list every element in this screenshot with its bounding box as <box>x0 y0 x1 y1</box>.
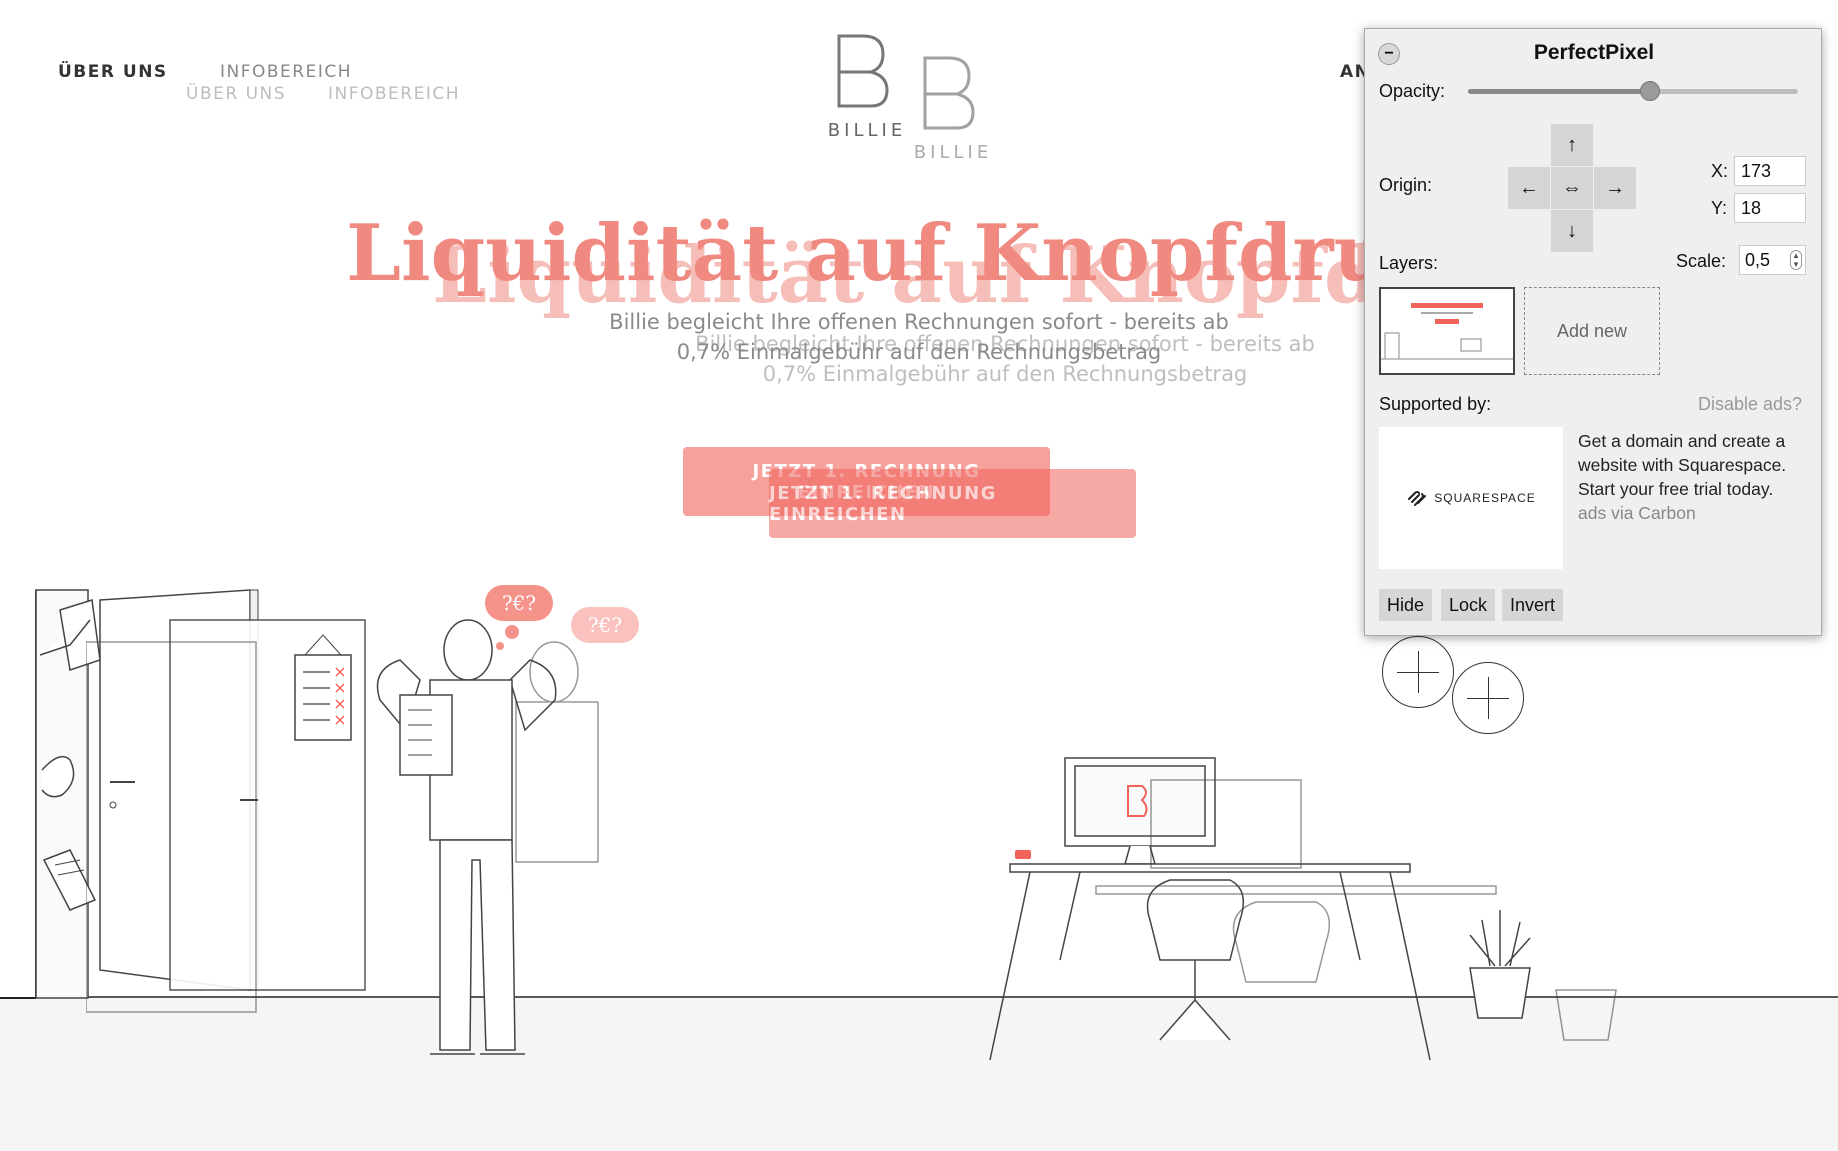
y-label: Y: <box>1711 198 1728 218</box>
ad-brand-name: SQUARESPACE <box>1434 491 1536 505</box>
perfectpixel-panel: − PerfectPixel Opacity: Origin: ↑ ← ⇔ → … <box>1364 28 1822 636</box>
logo-text: BILLIE <box>827 120 907 141</box>
office-scene-drawing: ?€? <box>0 585 1838 1151</box>
add-new-layer-button[interactable]: Add new <box>1524 287 1660 375</box>
x-coordinate-input[interactable] <box>1734 156 1806 186</box>
nav-about-link[interactable]: ÜBER UNS <box>58 62 168 82</box>
ad-text: Get a domain and create a website with S… <box>1578 431 1787 499</box>
billie-logo-icon <box>837 34 889 108</box>
ad-copy[interactable]: Get a domain and create a website with S… <box>1578 429 1810 525</box>
ad-image[interactable]: SQUARESPACE <box>1379 427 1563 569</box>
disable-ads-link[interactable]: Disable ads? <box>1698 394 1802 415</box>
squarespace-logo-icon <box>1408 491 1427 506</box>
layer-preview-image <box>1381 289 1513 373</box>
office-illustration: ?€? <box>0 560 1838 1151</box>
speech-bubble-text: ?€? <box>502 591 536 615</box>
layers-label: Layers: <box>1379 253 1439 273</box>
cta-button[interactable]: JETZT 1. RECHNUNG EINREICHEN <box>683 447 1050 516</box>
scale-value: 0,5 <box>1745 250 1771 270</box>
x-label: X: <box>1711 161 1729 181</box>
overlay-crosshair-handle[interactable] <box>1452 662 1524 734</box>
lock-button[interactable]: Lock <box>1441 589 1496 621</box>
scale-input[interactable]: 0,5 ▲ ▼ <box>1739 245 1806 275</box>
supported-by-label: Supported by: <box>1379 394 1492 414</box>
layer-thumbnail[interactable] <box>1379 287 1515 375</box>
move-right-button[interactable]: → <box>1594 167 1636 209</box>
opacity-label: Opacity: <box>1379 81 1446 101</box>
opacity-slider-fill <box>1468 89 1650 94</box>
move-down-button[interactable]: ↓ <box>1551 210 1593 252</box>
y-coordinate-input[interactable] <box>1734 193 1806 223</box>
opacity-slider[interactable] <box>1468 81 1798 101</box>
center-toggle-button[interactable]: ⇔ <box>1551 167 1593 209</box>
scale-label: Scale: <box>1676 251 1727 271</box>
origin-label: Origin: <box>1379 175 1433 195</box>
nav-info-link[interactable]: INFOBEREICH <box>220 62 352 82</box>
opacity-slider-knob[interactable] <box>1639 81 1660 101</box>
panel-title: PerfectPixel <box>1533 41 1655 64</box>
move-left-button[interactable]: ← <box>1508 167 1550 209</box>
ad-via-carbon[interactable]: ads via Carbon <box>1578 501 1810 525</box>
scale-spinner-icon[interactable]: ▲ ▼ <box>1790 250 1802 270</box>
billie-logo[interactable]: BILLIE <box>817 32 927 142</box>
move-up-button[interactable]: ↑ <box>1551 124 1593 166</box>
hide-button[interactable]: Hide <box>1379 589 1433 621</box>
invert-button[interactable]: Invert <box>1502 589 1564 621</box>
origin-crosshair-handle[interactable] <box>1382 636 1454 708</box>
